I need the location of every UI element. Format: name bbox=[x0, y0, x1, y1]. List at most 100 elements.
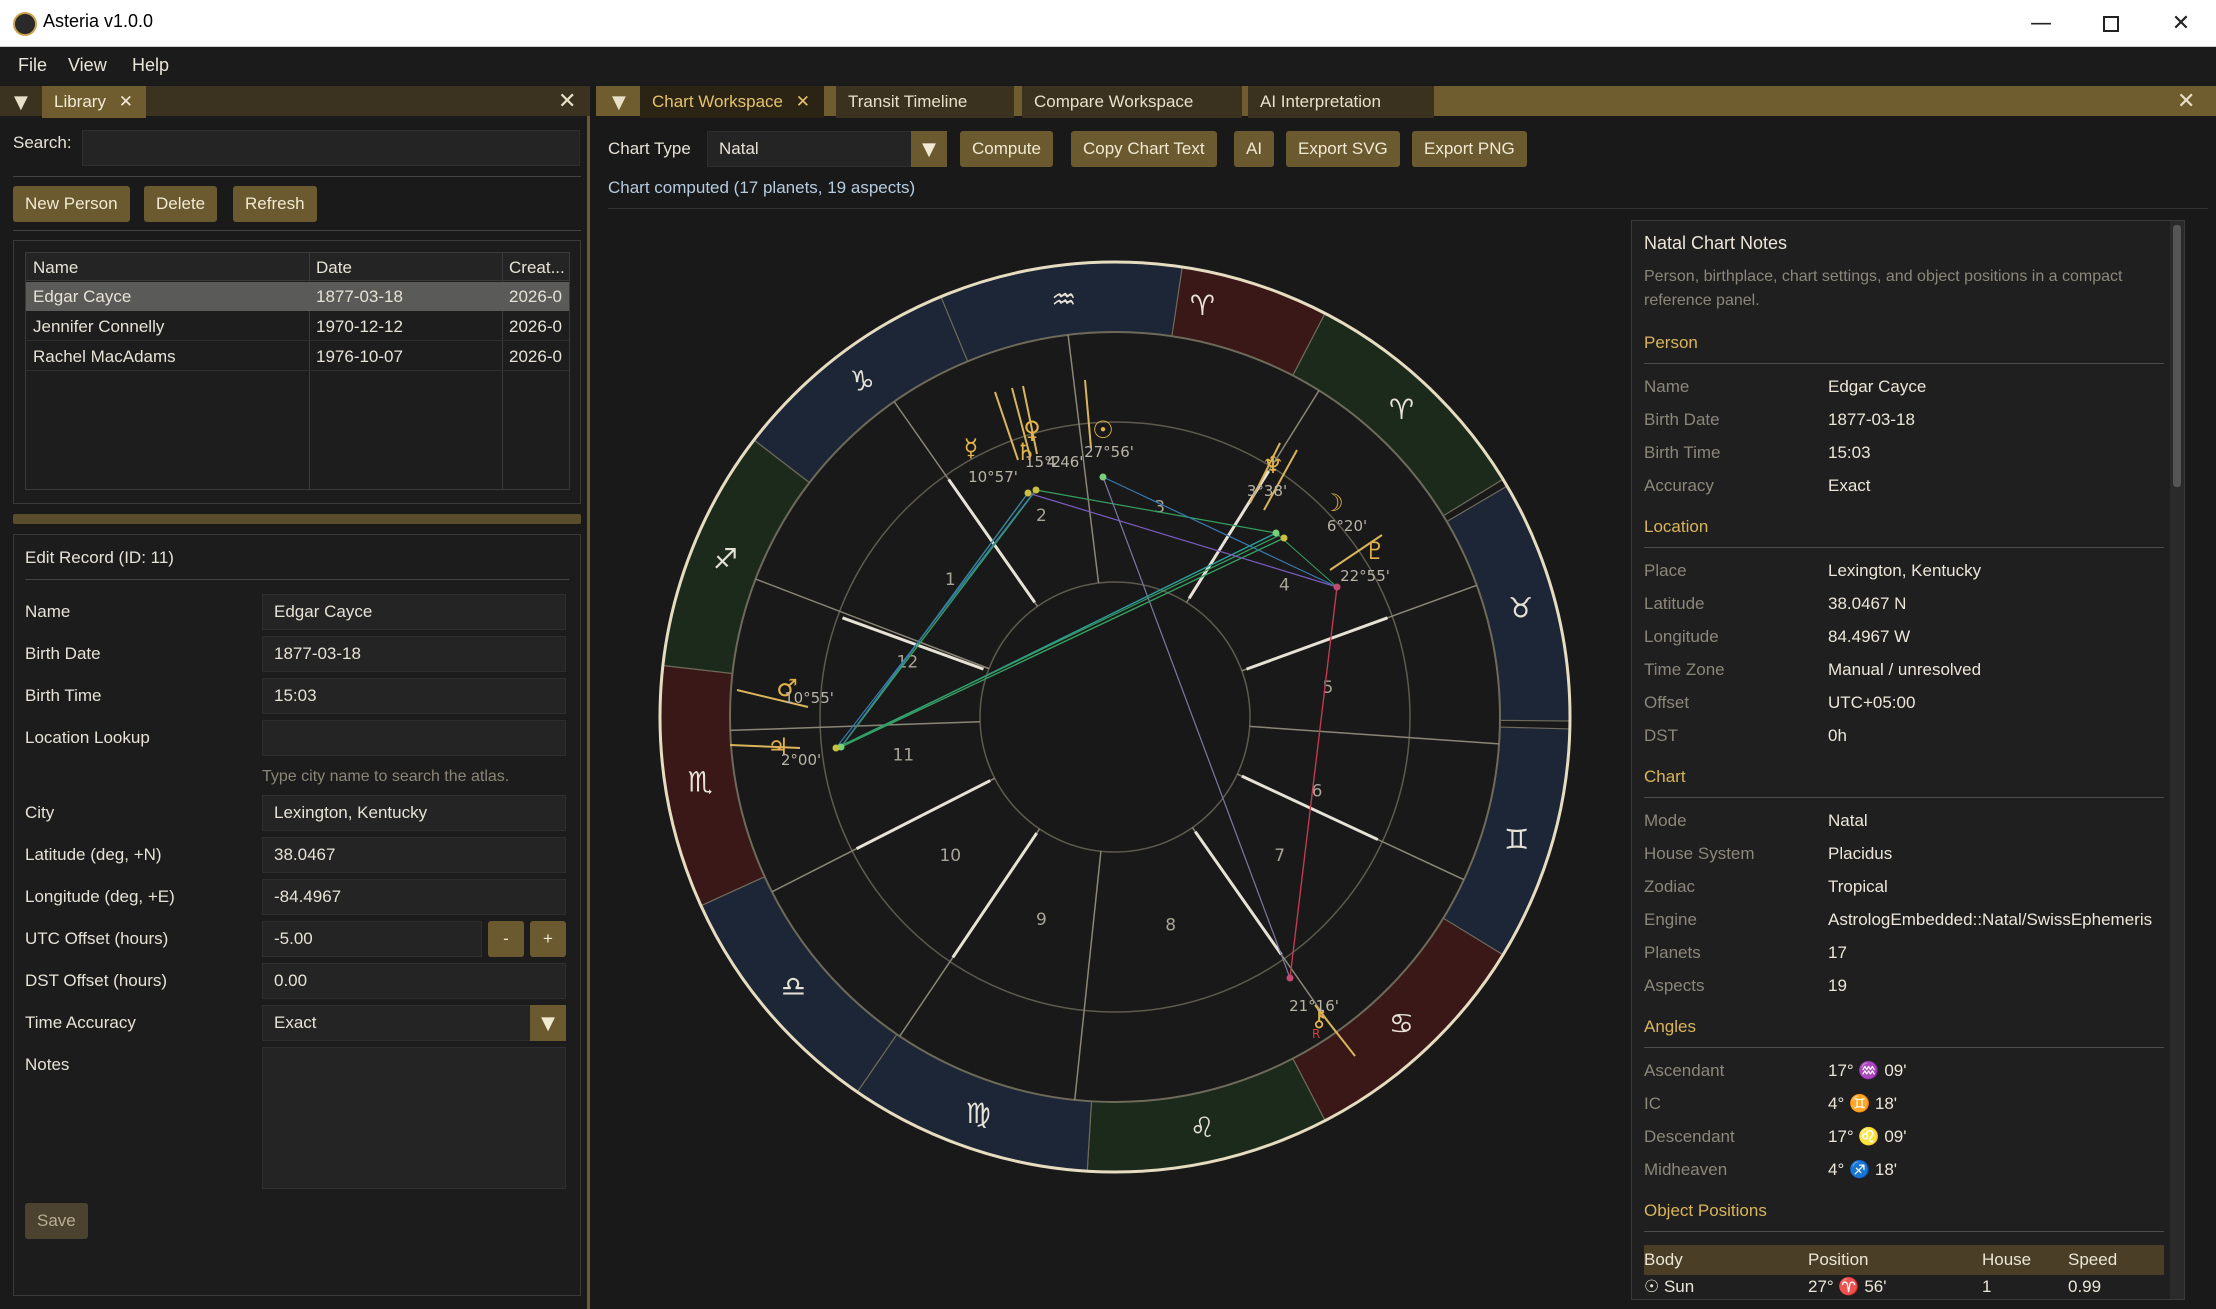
title-bar: Asteria v1.0.0 — ✕ bbox=[0, 0, 2216, 47]
planet-degree: 10°55' bbox=[784, 689, 834, 707]
dock-menu-icon[interactable]: ▼ bbox=[612, 92, 626, 113]
location-value: UTC+05:00 bbox=[1828, 693, 1916, 712]
minimize-button[interactable]: — bbox=[2006, 0, 2076, 47]
natal-chart-wheel[interactable]: ♈♈♉♊♋♌♍♎♏♐♑♒ 12 3456789101112 ☉27°56'☿10… bbox=[600, 220, 1620, 1220]
chart-value: Natal bbox=[1828, 811, 1868, 830]
tab-label: Transit Timeline bbox=[848, 92, 968, 111]
natal-chart-notes-panel: Natal Chart Notes Person, birthplace, ch… bbox=[1631, 220, 2185, 1300]
location-key: DST bbox=[1644, 726, 1678, 745]
angle-line bbox=[951, 832, 1038, 959]
utc-offset-field[interactable]: -5.00 bbox=[262, 921, 482, 957]
close-icon[interactable]: ✕ bbox=[119, 92, 133, 111]
person-value: Exact bbox=[1828, 476, 1871, 495]
close-library-icon[interactable]: ✕ bbox=[558, 89, 576, 114]
copy-chart-text-button[interactable]: Copy Chart Text bbox=[1071, 131, 1217, 167]
close-workspace-icon[interactable]: ✕ bbox=[2177, 89, 2195, 114]
new-person-button[interactable]: New Person bbox=[13, 186, 130, 222]
utc-decrement-button[interactable]: - bbox=[488, 921, 524, 957]
dst-offset-field[interactable]: 0.00 bbox=[262, 963, 566, 999]
notes-textarea[interactable] bbox=[262, 1047, 566, 1189]
tab-library[interactable]: Library ✕ bbox=[42, 86, 146, 118]
chart-key: Engine bbox=[1644, 910, 1697, 929]
scrollbar-thumb[interactable] bbox=[2173, 225, 2181, 487]
object-column-header: House bbox=[1982, 1250, 2032, 1269]
birth-time-field[interactable]: 15:03 bbox=[262, 678, 566, 714]
latitude-field[interactable]: 38.0467 bbox=[262, 837, 566, 873]
search-input[interactable] bbox=[82, 130, 580, 166]
tab-ai-interpretation[interactable]: AI Interpretation bbox=[1248, 86, 1434, 118]
time-accuracy-label: Time Accuracy bbox=[25, 1013, 136, 1032]
angle-line bbox=[1194, 830, 1283, 956]
tab-transit-timeline[interactable]: Transit Timeline bbox=[836, 86, 1014, 118]
time-accuracy-select[interactable]: Exact bbox=[262, 1005, 566, 1041]
planet-degree: 22°55' bbox=[1340, 567, 1390, 585]
tab-compare-workspace[interactable]: Compare Workspace bbox=[1022, 86, 1242, 118]
tab-label: AI Interpretation bbox=[1260, 92, 1381, 111]
scrollbar[interactable] bbox=[2170, 221, 2184, 1299]
divider bbox=[1644, 363, 2164, 364]
house-number: 10 bbox=[939, 846, 961, 866]
utc-increment-button[interactable]: + bbox=[530, 921, 566, 957]
column-date[interactable]: Date bbox=[316, 258, 352, 278]
table-header bbox=[26, 253, 569, 281]
dock-menu-icon[interactable]: ▼ bbox=[14, 92, 28, 113]
column-name[interactable]: Name bbox=[33, 258, 78, 278]
export-svg-button[interactable]: Export SVG bbox=[1286, 131, 1400, 167]
sign-glyph: ♎ bbox=[781, 970, 806, 1003]
planet-glyph: ♆ bbox=[1262, 451, 1284, 479]
planet-glyph: ☿ bbox=[964, 434, 979, 462]
planet-degree: 6°20' bbox=[1327, 517, 1367, 535]
latitude-label: Latitude (deg, +N) bbox=[25, 845, 162, 864]
menu-view[interactable]: View bbox=[68, 55, 107, 76]
longitude-label: Longitude (deg, +E) bbox=[25, 887, 175, 906]
planet-degree: 3°38' bbox=[1247, 482, 1287, 500]
save-button[interactable]: Save bbox=[25, 1203, 88, 1239]
chevron-down-icon[interactable]: ▼ bbox=[911, 131, 947, 167]
refresh-button[interactable]: Refresh bbox=[233, 186, 317, 222]
longitude-field[interactable]: -84.4967 bbox=[262, 879, 566, 915]
ai-button[interactable]: AI bbox=[1234, 131, 1275, 167]
chart-value: 19 bbox=[1828, 976, 1847, 995]
close-window-button[interactable]: ✕ bbox=[2146, 0, 2216, 47]
utc-offset-label: UTC Offset (hours) bbox=[25, 929, 169, 948]
row-name: Rachel MacAdams bbox=[33, 347, 176, 366]
chart-key: Aspects bbox=[1644, 976, 1705, 995]
chart-value: Tropical bbox=[1828, 877, 1888, 896]
planet-dot bbox=[832, 744, 840, 752]
city-field[interactable]: Lexington, Kentucky bbox=[262, 795, 566, 831]
close-icon[interactable]: ✕ bbox=[796, 92, 810, 111]
name-field[interactable]: Edgar Cayce bbox=[262, 594, 566, 630]
person-heading: Person bbox=[1644, 333, 1698, 352]
export-png-button[interactable]: Export PNG bbox=[1412, 131, 1527, 167]
location-hint: Type city name to search the atlas. bbox=[262, 768, 510, 785]
splitter-handle[interactable] bbox=[13, 514, 581, 524]
person-value: 15:03 bbox=[1828, 443, 1871, 462]
menu-file[interactable]: File bbox=[18, 55, 47, 76]
planet-degree: 4'46' bbox=[1047, 453, 1084, 471]
chevron-down-icon[interactable]: ▼ bbox=[530, 1005, 566, 1041]
object-cell: 27° ♈ 56' bbox=[1808, 1277, 1887, 1296]
window-title: Asteria v1.0.0 bbox=[43, 11, 154, 31]
sign-glyph: ♑ bbox=[850, 365, 875, 398]
location-lookup-input[interactable] bbox=[262, 720, 566, 756]
maximize-button[interactable] bbox=[2076, 0, 2146, 47]
planet-glyph: ☽ bbox=[1322, 489, 1344, 517]
aspect-line bbox=[1027, 492, 1338, 588]
row-name: Jennifer Connelly bbox=[33, 317, 165, 336]
delete-button[interactable]: Delete bbox=[144, 186, 218, 222]
divider bbox=[13, 176, 581, 177]
menu-help[interactable]: Help bbox=[132, 55, 169, 76]
tab-chart-workspace[interactable]: Chart Workspace ✕ bbox=[640, 86, 824, 118]
divider bbox=[1644, 797, 2164, 798]
location-key: Offset bbox=[1644, 693, 1690, 712]
column-created[interactable]: Creat... bbox=[509, 258, 565, 278]
birth-date-field[interactable]: 1877-03-18 bbox=[262, 636, 566, 672]
planet-dot bbox=[1099, 473, 1107, 481]
object-column-header: Body bbox=[1644, 1250, 1683, 1269]
compute-button[interactable]: Compute bbox=[960, 131, 1053, 167]
dst-offset-label: DST Offset (hours) bbox=[25, 971, 168, 990]
chart-key: Zodiac bbox=[1644, 877, 1696, 896]
angles-key: IC bbox=[1644, 1094, 1661, 1113]
person-key: Accuracy bbox=[1644, 476, 1714, 495]
planet-degree: 2°00' bbox=[781, 751, 821, 769]
